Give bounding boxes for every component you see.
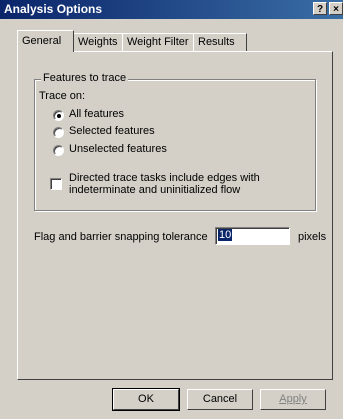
tab-general[interactable]: General <box>17 30 74 52</box>
radio-unselected-features[interactable] <box>53 145 64 156</box>
directed-trace-label-line2[interactable]: indeterminate and uninitialized flow <box>69 184 240 196</box>
tab-weight-filter[interactable]: Weight Filter <box>122 33 194 51</box>
title-bar[interactable]: Analysis Options ? × <box>0 0 343 19</box>
radio-selected-features[interactable] <box>53 127 64 138</box>
radio-all-features-label[interactable]: All features <box>69 108 124 120</box>
tab-weights[interactable]: Weights <box>73 33 123 51</box>
analysis-options-dialog: Analysis Options ? × General Weights Wei… <box>0 0 343 419</box>
radio-unselected-features-label[interactable]: Unselected features <box>69 143 167 155</box>
window-title: Analysis Options <box>4 2 103 16</box>
radio-all-features[interactable] <box>53 110 64 121</box>
tolerance-label: Flag and barrier snapping tolerance <box>34 231 208 243</box>
group-legend: Features to trace <box>41 72 129 84</box>
close-icon[interactable]: × <box>329 2 343 15</box>
apply-button[interactable]: Apply <box>260 389 326 410</box>
tolerance-input[interactable]: 10 <box>215 227 290 245</box>
ok-button[interactable]: OK <box>112 388 180 411</box>
tolerance-unit: pixels <box>298 231 327 243</box>
radio-selected-features-label[interactable]: Selected features <box>69 125 155 137</box>
directed-trace-checkbox[interactable] <box>50 178 62 190</box>
directed-trace-label-line1[interactable]: Directed trace tasks include edges with <box>69 172 260 184</box>
help-button[interactable]: ? <box>313 2 327 15</box>
trace-on-label: Trace on: <box>39 90 86 102</box>
tab-results[interactable]: Results <box>193 33 247 51</box>
cancel-button[interactable]: Cancel <box>187 389 253 410</box>
tolerance-value: 10 <box>218 229 233 241</box>
